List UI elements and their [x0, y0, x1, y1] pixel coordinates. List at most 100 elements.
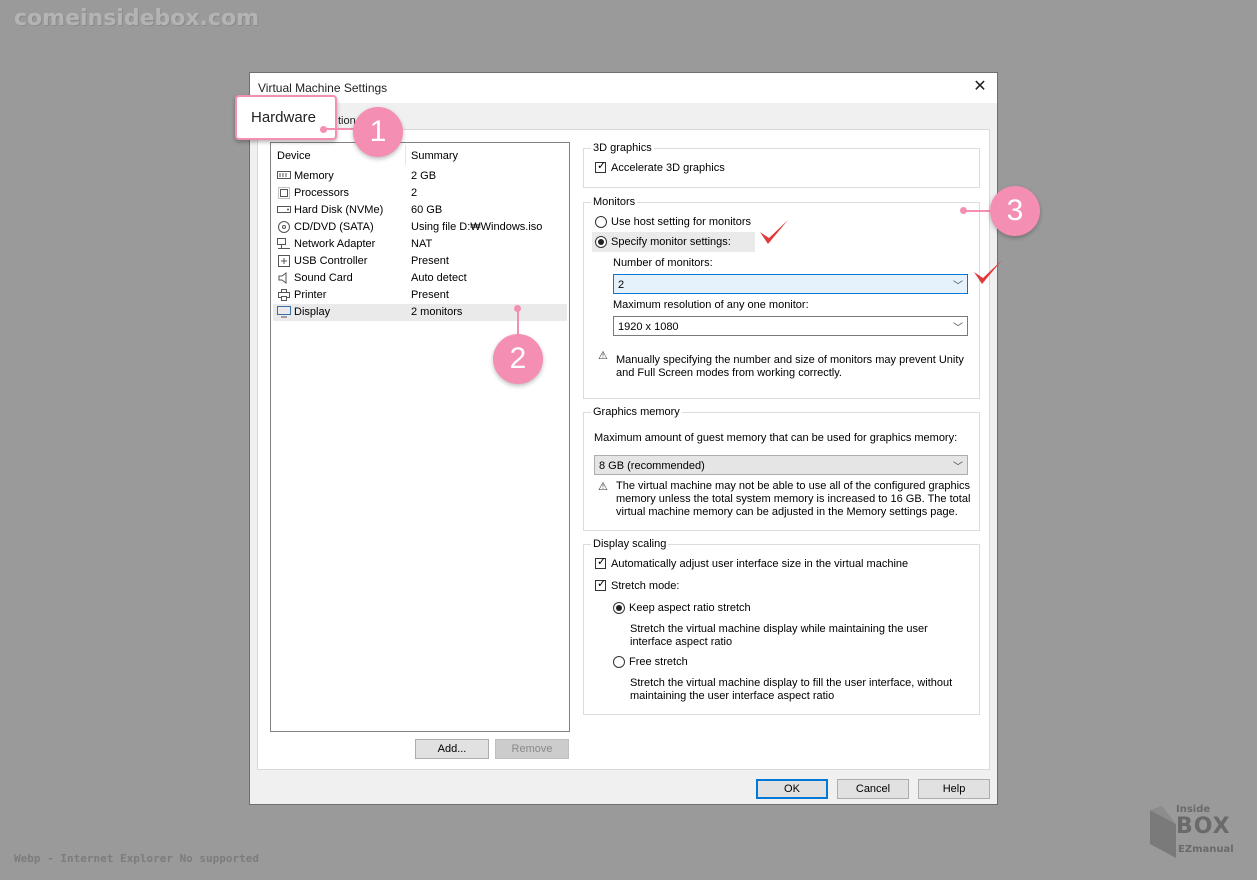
number-of-monitors-select[interactable]: 2 ﹀	[613, 274, 968, 294]
device-list[interactable]: Device Summary Memory 2 GB Processors 2 …	[270, 142, 570, 732]
device-name: Display	[294, 306, 331, 318]
graphics-memory-value: 8 GB (recommended)	[599, 460, 705, 472]
summary-column-header[interactable]: Summary	[411, 150, 458, 162]
tab-hardware[interactable]: Hardware	[235, 95, 337, 140]
device-summary: 2 monitors	[411, 306, 463, 318]
keep-aspect-desc-2: interface aspect ratio	[630, 636, 733, 648]
specify-monitor-radio[interactable]	[595, 236, 607, 248]
use-host-radio[interactable]	[595, 216, 607, 228]
device-name: Processors	[294, 187, 350, 199]
graphics-memory-select[interactable]: 8 GB (recommended) ﹀	[594, 455, 968, 475]
device-row-usb[interactable]: USB Controller Present	[273, 253, 567, 270]
device-name: Memory	[294, 170, 334, 182]
printer-icon	[277, 289, 291, 301]
device-name: CD/DVD (SATA)	[294, 221, 374, 233]
device-row-cd-dvd[interactable]: CD/DVD (SATA) Using file D:₩Windows.iso	[273, 219, 567, 236]
device-row-hard-disk[interactable]: Hard Disk (NVMe) 60 GB	[273, 202, 567, 219]
memory-icon	[277, 170, 291, 182]
footer-watermark: Webp - Internet Explorer No supported	[14, 852, 260, 865]
add-button[interactable]: Add...	[415, 739, 489, 759]
device-summary: 2 GB	[411, 170, 437, 182]
graphics-memory-warning-line-3: virtual machine memory can be adjusted i…	[616, 506, 958, 518]
insidebox-logo: Inside BOX EZmanual	[1148, 800, 1244, 864]
device-summary: 2	[411, 187, 418, 199]
device-name: USB Controller	[294, 255, 368, 267]
accelerate-3d-checkbox[interactable]: ✓	[595, 160, 606, 173]
ok-button[interactable]: OK	[756, 779, 828, 799]
chevron-down-icon: ﹀	[953, 281, 963, 292]
device-list-header: Device Summary	[271, 143, 569, 167]
device-row-network[interactable]: Network Adapter NAT	[273, 236, 567, 253]
warning-icon: ⚠	[598, 481, 608, 493]
hard-disk-icon	[277, 204, 291, 216]
remove-button[interactable]: Remove	[495, 739, 569, 759]
device-column-header[interactable]: Device	[277, 150, 311, 162]
device-name: Network Adapter	[294, 238, 376, 250]
chevron-down-icon: ﹀	[953, 323, 963, 334]
display-scaling-legend: Display scaling	[591, 538, 669, 550]
max-resolution-value: 1920 x 1080	[618, 321, 679, 333]
callout-2-connector	[517, 310, 519, 336]
display-icon	[277, 306, 291, 318]
close-icon[interactable]: ✕	[971, 77, 989, 97]
max-resolution-label: Maximum resolution of any one monitor:	[613, 299, 809, 311]
chevron-down-icon: ﹀	[953, 462, 963, 473]
device-row-sound[interactable]: Sound Card Auto detect	[273, 270, 567, 287]
title-bar: Virtual Machine Settings ✕	[250, 73, 997, 103]
graphics-memory-warning-line-1: The virtual machine may not be able to u…	[616, 480, 971, 492]
graphics-3d-legend: 3D graphics	[591, 142, 654, 154]
device-row-printer[interactable]: Printer Present	[273, 287, 567, 304]
cancel-button[interactable]: Cancel	[837, 779, 909, 799]
keep-aspect-radio[interactable]	[613, 602, 625, 614]
device-summary: 60 GB	[411, 204, 443, 216]
logo-main-text: BOX	[1176, 814, 1231, 839]
device-row-memory[interactable]: Memory 2 GB	[273, 168, 567, 185]
graphics-memory-warning-line-2: memory unless the total system memory is…	[616, 493, 971, 505]
callout-3-connector	[965, 210, 991, 212]
device-row-processors[interactable]: Processors 2	[273, 185, 567, 202]
site-watermark: comeinsidebox.com	[14, 6, 259, 31]
device-summary: Present	[411, 255, 449, 267]
checkmark-icon	[760, 220, 788, 244]
device-name: Printer	[294, 289, 327, 301]
specify-monitor-label: Specify monitor settings:	[611, 236, 731, 248]
device-name: Sound Card	[294, 272, 353, 284]
processor-icon	[277, 187, 291, 199]
use-host-label: Use host setting for monitors	[611, 216, 752, 228]
free-stretch-radio[interactable]	[613, 656, 625, 668]
settings-window: Virtual Machine Settings ✕ tion Device S…	[249, 72, 998, 805]
graphics-memory-legend: Graphics memory	[591, 406, 682, 418]
stretch-mode-checkbox[interactable]: ✓	[595, 578, 606, 591]
number-of-monitors-value: 2	[618, 279, 625, 291]
monitors-legend: Monitors	[591, 196, 638, 208]
checkmark-icon	[974, 260, 1002, 284]
auto-adjust-label: Automatically adjust user interface size…	[611, 558, 909, 570]
callout-1: 1	[353, 107, 403, 157]
monitors-warning-line-1: Manually specifying the number and size …	[616, 354, 964, 366]
device-summary: Using file D:₩Windows.iso	[411, 221, 543, 233]
number-of-monitors-label: Number of monitors:	[613, 257, 713, 269]
free-stretch-desc-1: Stretch the virtual machine display to f…	[630, 677, 953, 689]
free-stretch-label: Free stretch	[629, 656, 688, 668]
help-button[interactable]: Help	[918, 779, 990, 799]
device-summary: NAT	[411, 238, 433, 250]
keep-aspect-label: Keep aspect ratio stretch	[629, 602, 751, 614]
callout-1-connector	[325, 128, 355, 130]
device-name: Hard Disk (NVMe)	[294, 204, 384, 216]
usb-icon	[277, 255, 291, 267]
network-icon	[277, 238, 291, 250]
cd-dvd-icon	[277, 221, 291, 233]
free-stretch-desc-2: maintaining the user interface aspect ra…	[630, 690, 835, 702]
graphics-memory-label: Maximum amount of guest memory that can …	[594, 432, 958, 444]
callout-3: 3	[990, 186, 1040, 236]
sound-icon	[277, 272, 291, 284]
column-divider	[405, 145, 406, 165]
warning-icon: ⚠	[598, 350, 608, 362]
max-resolution-select[interactable]: 1920 x 1080 ﹀	[613, 316, 968, 336]
tab-hardware-label: Hardware	[251, 109, 317, 126]
hardware-panel: Device Summary Memory 2 GB Processors 2 …	[257, 129, 990, 770]
window-title: Virtual Machine Settings	[258, 81, 388, 95]
accelerate-3d-label: Accelerate 3D graphics	[611, 162, 725, 174]
device-row-display[interactable]: Display 2 monitors	[273, 304, 567, 321]
auto-adjust-checkbox[interactable]: ✓	[595, 556, 606, 569]
